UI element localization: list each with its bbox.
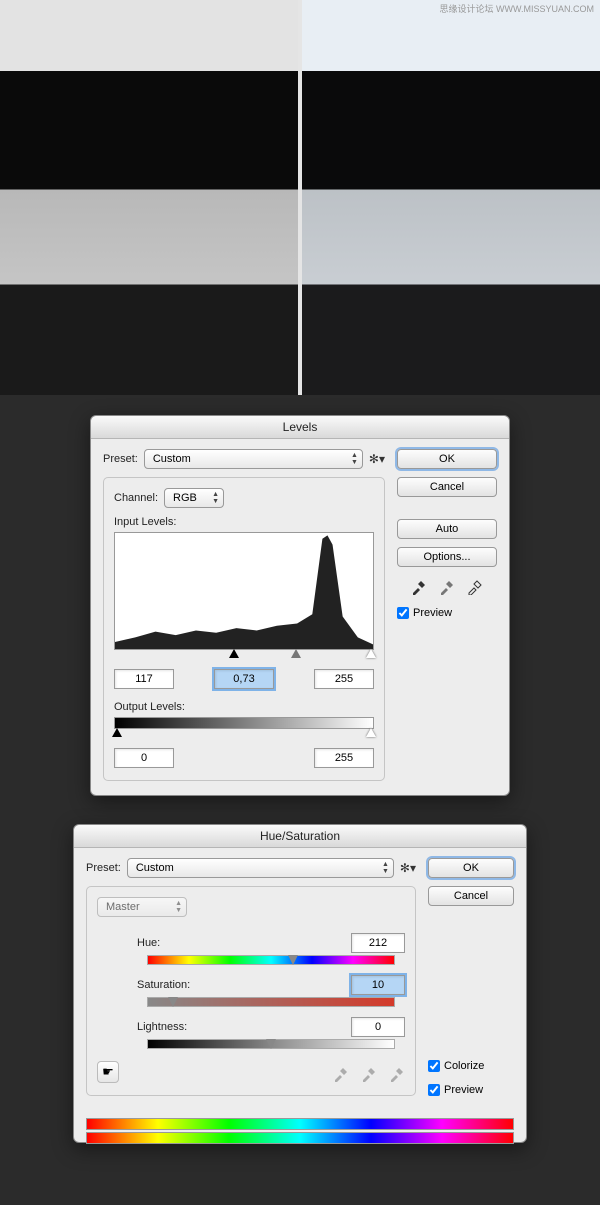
cancel-button[interactable]: Cancel: [428, 886, 514, 906]
dialog-title: Hue/Saturation: [74, 825, 526, 848]
preview-checkbox-row[interactable]: Preview: [397, 607, 497, 619]
histogram-svg: [115, 533, 373, 649]
before-image: [0, 0, 298, 395]
targeted-adjust-icon[interactable]: ☛: [97, 1061, 119, 1083]
input-black-field[interactable]: [114, 669, 174, 689]
after-image: 思缘设计论坛 WWW.MISSYUAN.COM: [302, 0, 600, 395]
output-levels-label: Output Levels:: [114, 701, 374, 713]
dialog-title: Levels: [91, 416, 509, 439]
preview-checkbox[interactable]: [428, 1084, 440, 1096]
colorize-label: Colorize: [444, 1060, 484, 1072]
hue-field[interactable]: [351, 933, 405, 953]
ok-button[interactable]: OK: [397, 449, 497, 469]
hue-thumb[interactable]: [288, 955, 298, 965]
hue-label: Hue:: [137, 937, 223, 949]
saturation-thumb[interactable]: [168, 997, 178, 1007]
input-white-field[interactable]: [314, 669, 374, 689]
preview-checkbox-row[interactable]: Preview: [428, 1084, 514, 1096]
lightness-label: Lightness:: [137, 1021, 223, 1033]
channel-label: Channel:: [114, 492, 158, 504]
hue-saturation-dialog: Hue/Saturation Preset: Custom ▲▼ ✻▾ Mast…: [73, 824, 527, 1143]
cancel-button[interactable]: Cancel: [397, 477, 497, 497]
output-white-field[interactable]: [314, 748, 374, 768]
preset-value: Custom: [136, 862, 174, 874]
lightness-slider[interactable]: [147, 1039, 395, 1049]
eyedroppers: [333, 1066, 405, 1082]
eyedropper-subtract-icon: [389, 1066, 405, 1082]
levels-group: Channel: RGB ▲▼ Input Levels:: [103, 477, 385, 781]
black-point-handle[interactable]: [229, 649, 239, 658]
hue-slider[interactable]: [147, 955, 395, 965]
histogram: [114, 532, 374, 650]
watermark-text: 思缘设计论坛 WWW.MISSYUAN.COM: [440, 2, 595, 15]
hue-spectrum: [86, 1118, 514, 1130]
eyedropper-icon: [333, 1066, 349, 1082]
range-value: Master: [106, 901, 140, 913]
preset-label: Preset:: [86, 862, 121, 874]
gamma-handle[interactable]: [291, 649, 301, 658]
white-point-handle[interactable]: [366, 649, 376, 658]
channel-select[interactable]: RGB ▲▼: [164, 488, 224, 508]
range-select: Master ▲▼: [97, 897, 187, 917]
preview-checkbox[interactable]: [397, 607, 409, 619]
output-white-handle[interactable]: [366, 728, 376, 737]
output-black-handle[interactable]: [112, 728, 122, 737]
saturation-slider[interactable]: [147, 997, 395, 1007]
options-button[interactable]: Options...: [397, 547, 497, 567]
input-levels-label: Input Levels:: [114, 516, 374, 528]
colorize-checkbox-row[interactable]: Colorize: [428, 1060, 514, 1072]
white-eyedropper-icon[interactable]: [467, 579, 483, 595]
input-gamma-field[interactable]: [214, 669, 274, 689]
eyedroppers: [397, 579, 497, 595]
preview-label: Preview: [444, 1084, 483, 1096]
levels-dialog: Levels Preset: Custom ▲▼ ✻▾ Channel: RGB…: [90, 415, 510, 796]
channel-value: RGB: [173, 492, 197, 504]
colorize-checkbox[interactable]: [428, 1060, 440, 1072]
lightness-field[interactable]: [351, 1017, 405, 1037]
ok-button[interactable]: OK: [428, 858, 514, 878]
comparison-images: 思缘设计论坛 WWW.MISSYUAN.COM: [0, 0, 600, 395]
black-eyedropper-icon[interactable]: [411, 579, 427, 595]
preview-label: Preview: [413, 607, 452, 619]
preset-select[interactable]: Custom ▲▼: [144, 449, 363, 469]
saturation-field[interactable]: [351, 975, 405, 995]
preset-value: Custom: [153, 453, 191, 465]
gear-icon[interactable]: ✻▾: [369, 452, 385, 466]
auto-button[interactable]: Auto: [397, 519, 497, 539]
preset-label: Preset:: [103, 453, 138, 465]
gear-icon[interactable]: ✻▾: [400, 861, 416, 875]
input-slider[interactable]: [114, 649, 374, 663]
gray-eyedropper-icon[interactable]: [439, 579, 455, 595]
saturation-label: Saturation:: [137, 979, 223, 991]
eyedropper-add-icon: [361, 1066, 377, 1082]
lightness-thumb[interactable]: [266, 1039, 276, 1049]
output-slider[interactable]: [114, 728, 374, 742]
preset-select[interactable]: Custom ▲▼: [127, 858, 394, 878]
output-black-field[interactable]: [114, 748, 174, 768]
hue-sat-group: Master ▲▼ Hue: Saturation:: [86, 886, 416, 1096]
